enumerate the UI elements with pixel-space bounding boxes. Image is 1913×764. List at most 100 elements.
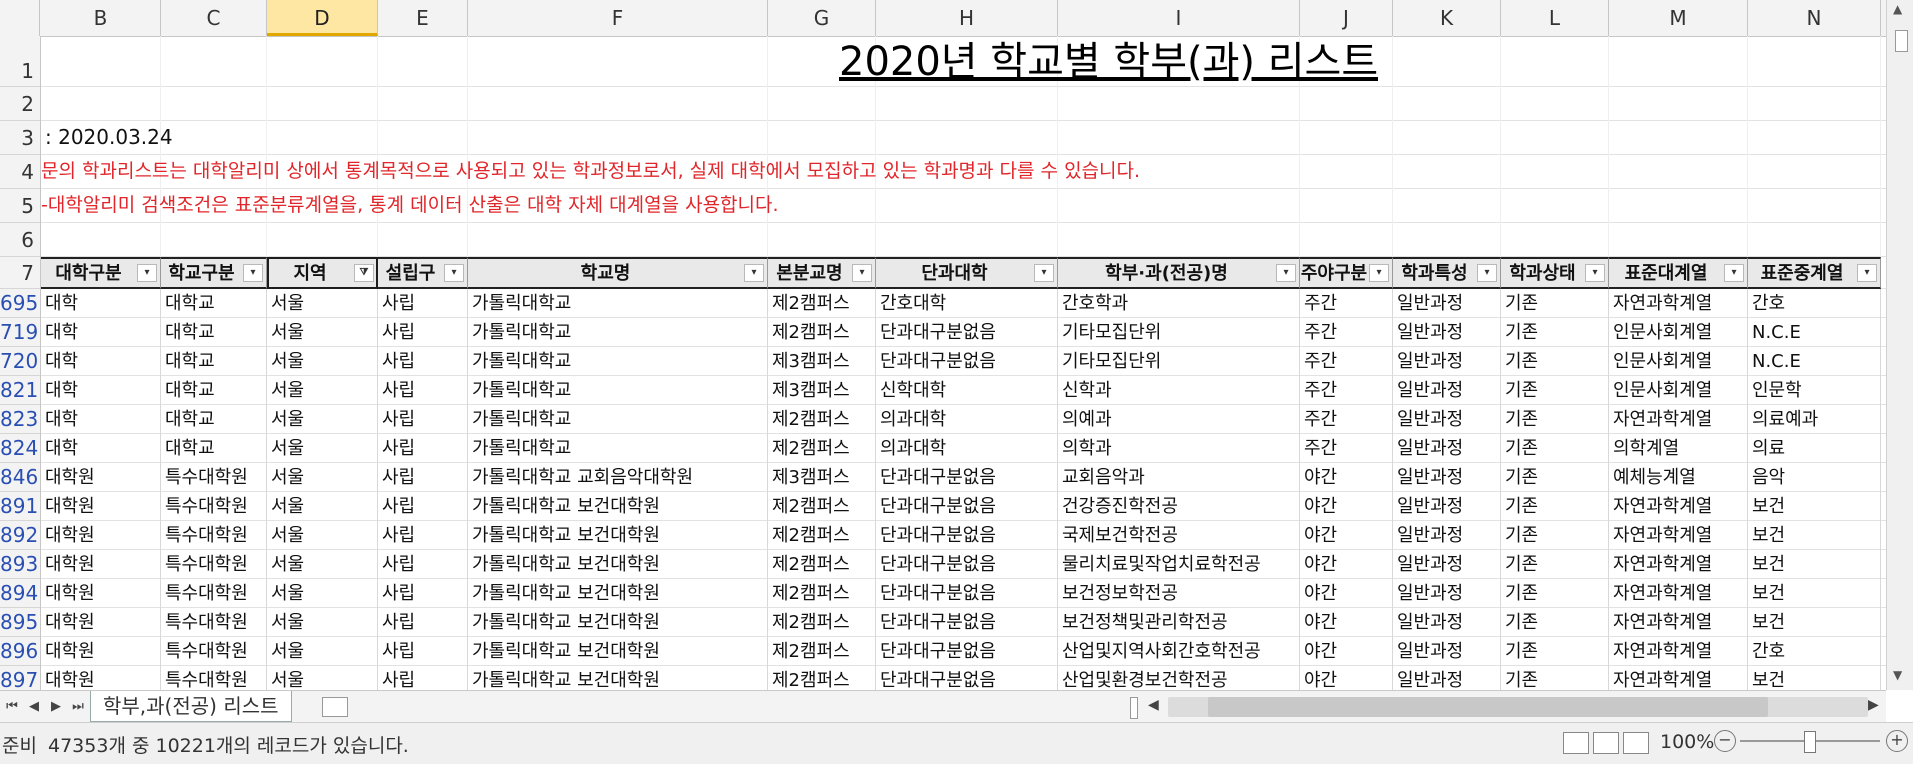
table-cell[interactable]: 사립 xyxy=(378,463,468,492)
table-cell[interactable]: 인문학 xyxy=(1748,376,1881,405)
table-cell[interactable]: 신학과 xyxy=(1058,376,1300,405)
row-header-1[interactable]: 1 xyxy=(0,36,40,87)
table-cell[interactable]: 야간 xyxy=(1300,637,1393,666)
table-cell[interactable]: 일반과정 xyxy=(1393,434,1501,463)
table-cell[interactable]: 일반과정 xyxy=(1393,637,1501,666)
row-header-892[interactable]: 892 xyxy=(0,521,40,550)
normal-view-icon[interactable] xyxy=(1563,732,1589,754)
table-cell[interactable]: 인문사회계열 xyxy=(1609,318,1748,347)
column-header-K[interactable]: K xyxy=(1393,0,1501,36)
table-cell[interactable]: 보건 xyxy=(1748,492,1881,521)
table-cell[interactable]: 기존 xyxy=(1501,521,1609,550)
table-cell[interactable]: 일반과정 xyxy=(1393,521,1501,550)
table-cell[interactable]: 특수대학원 xyxy=(161,608,267,637)
table-cell[interactable]: 자연과학계열 xyxy=(1609,637,1748,666)
table-cell[interactable]: 사립 xyxy=(378,550,468,579)
table-cell[interactable]: 자연과학계열 xyxy=(1609,608,1748,637)
table-cell[interactable]: 보건 xyxy=(1748,550,1881,579)
row-header-3[interactable]: 3 xyxy=(0,121,40,155)
table-cell[interactable]: 단과대구분없음 xyxy=(876,521,1058,550)
table-cell[interactable]: 야간 xyxy=(1300,463,1393,492)
row-header-846[interactable]: 846 xyxy=(0,463,40,492)
table-cell[interactable]: 가톨릭대학교 교회음악대학원 xyxy=(468,463,768,492)
table-cell[interactable]: 주간 xyxy=(1300,289,1393,318)
table-cell[interactable]: 자연과학계열 xyxy=(1609,492,1748,521)
filter-dropdown-icon[interactable]: ▾ xyxy=(137,264,157,282)
table-cell[interactable]: 일반과정 xyxy=(1393,347,1501,376)
table-cell[interactable]: 서울 xyxy=(267,521,378,550)
table-cell[interactable]: 기존 xyxy=(1501,405,1609,434)
table-cell[interactable]: 단과대구분없음 xyxy=(876,608,1058,637)
column-header-N[interactable]: N xyxy=(1748,0,1881,36)
table-cell[interactable]: 기존 xyxy=(1501,318,1609,347)
table-cell[interactable]: 보건 xyxy=(1748,608,1881,637)
table-cell[interactable]: 제2캠퍼스 xyxy=(768,434,876,463)
table-cell[interactable]: 야간 xyxy=(1300,550,1393,579)
filter-dropdown-icon[interactable]: ▾ xyxy=(744,264,764,282)
table-cell[interactable]: 사립 xyxy=(378,434,468,463)
table-cell[interactable]: 보건정책및관리학전공 xyxy=(1058,608,1300,637)
table-cell[interactable]: 일반과정 xyxy=(1393,318,1501,347)
table-cell[interactable]: 기존 xyxy=(1501,434,1609,463)
table-cell[interactable]: 인문사회계열 xyxy=(1609,347,1748,376)
filter-dropdown-icon[interactable]: ▾ xyxy=(444,264,464,282)
table-cell[interactable]: 가톨릭대학교 xyxy=(468,405,768,434)
table-header-cell[interactable]: 표준대계열 ▾ xyxy=(1609,257,1748,289)
row-header-894[interactable]: 894 xyxy=(0,579,40,608)
table-cell[interactable]: 서울 xyxy=(267,608,378,637)
table-cell[interactable]: 단과대구분없음 xyxy=(876,463,1058,492)
column-header-H[interactable]: H xyxy=(876,0,1058,36)
table-cell[interactable]: 일반과정 xyxy=(1393,405,1501,434)
table-cell[interactable]: 대학교 xyxy=(161,347,267,376)
table-header-cell[interactable]: 학교명 ▾ xyxy=(468,257,768,289)
table-cell[interactable]: 의예과 xyxy=(1058,405,1300,434)
table-cell[interactable]: 대학원 xyxy=(41,521,161,550)
zoom-slider-thumb[interactable] xyxy=(1804,731,1816,753)
table-cell[interactable]: 의과대학 xyxy=(876,405,1058,434)
table-cell[interactable]: 기존 xyxy=(1501,492,1609,521)
insert-sheet-icon[interactable] xyxy=(322,697,348,717)
table-cell[interactable]: 일반과정 xyxy=(1393,579,1501,608)
vertical-scrollbar[interactable]: ▲ ▼ xyxy=(1886,0,1913,690)
horizontal-scroll-track[interactable] xyxy=(1168,697,1868,717)
table-cell[interactable]: 의과대학 xyxy=(876,434,1058,463)
zoom-in-icon[interactable]: + xyxy=(1886,730,1908,752)
table-cell[interactable]: 일반과정 xyxy=(1393,463,1501,492)
scroll-right-icon[interactable]: ▶ xyxy=(1868,697,1879,713)
scroll-up-icon[interactable]: ▲ xyxy=(1893,2,1902,16)
table-header-cell[interactable]: 주야구분 ▾ xyxy=(1300,257,1393,289)
table-cell[interactable]: 인문사회계열 xyxy=(1609,376,1748,405)
table-header-cell[interactable]: 학과특성 ▾ xyxy=(1393,257,1501,289)
table-cell[interactable]: 야간 xyxy=(1300,608,1393,637)
table-cell[interactable]: 산업및지역사회간호학전공 xyxy=(1058,637,1300,666)
table-cell[interactable]: 가톨릭대학교 xyxy=(468,318,768,347)
table-cell[interactable]: 서울 xyxy=(267,405,378,434)
scroll-left-icon[interactable]: ◀ xyxy=(1148,697,1159,713)
filter-dropdown-icon[interactable]: ▾ xyxy=(1585,264,1605,282)
table-cell[interactable]: 대학원 xyxy=(41,492,161,521)
table-cell[interactable]: 주간 xyxy=(1300,376,1393,405)
table-cell[interactable]: 단과대구분없음 xyxy=(876,318,1058,347)
table-cell[interactable]: 서울 xyxy=(267,637,378,666)
table-cell[interactable]: 기타모집단위 xyxy=(1058,347,1300,376)
table-cell[interactable]: 가톨릭대학교 xyxy=(468,434,768,463)
zoom-slider[interactable] xyxy=(1740,731,1880,753)
page-layout-view-icon[interactable] xyxy=(1593,732,1619,754)
table-cell[interactable]: 가톨릭대학교 보건대학원 xyxy=(468,550,768,579)
table-cell[interactable]: 사립 xyxy=(378,608,468,637)
table-cell[interactable]: 기존 xyxy=(1501,463,1609,492)
table-cell[interactable]: N.C.E xyxy=(1748,347,1881,376)
table-header-cell[interactable]: 설립구 ▾ xyxy=(378,257,468,289)
table-cell[interactable]: 특수대학원 xyxy=(161,463,267,492)
table-cell[interactable]: 건강증진학전공 xyxy=(1058,492,1300,521)
table-cell[interactable]: 대학원 xyxy=(41,463,161,492)
tab-split-handle[interactable] xyxy=(1130,697,1138,719)
table-cell[interactable]: 의료 xyxy=(1748,434,1881,463)
table-cell[interactable]: 기존 xyxy=(1501,666,1609,690)
table-header-cell[interactable]: 학부·과(전공)명 ▾ xyxy=(1058,257,1300,289)
table-cell[interactable]: 야간 xyxy=(1300,492,1393,521)
table-cell[interactable]: 자연과학계열 xyxy=(1609,666,1748,690)
sheet-grid[interactable]: 2020년 학교별 학부(과) 리스트: 2020.03.24 문의 학과리스트는… xyxy=(41,36,1886,690)
table-cell[interactable]: 산업및환경보건학전공 xyxy=(1058,666,1300,690)
table-header-cell[interactable]: 단과대학 ▾ xyxy=(876,257,1058,289)
